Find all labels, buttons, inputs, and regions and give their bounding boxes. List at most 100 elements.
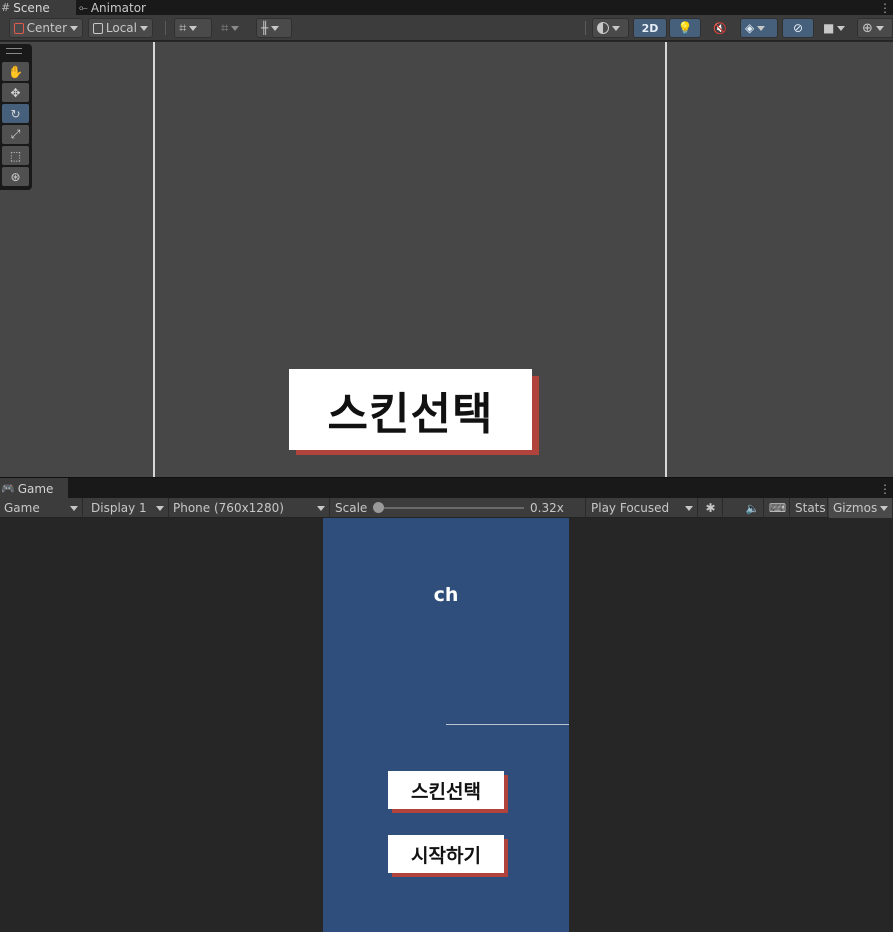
grid-snap-button[interactable]: ⌗ [174,18,212,38]
layers-icon: ◈ [745,21,755,35]
play-mode-select[interactable]: Play Focused [587,498,698,518]
chevron-down-icon [880,506,888,511]
tool-palette: ✋ ✥ ↻ ⤢ ⬚ ⊛ [0,44,32,190]
lighting-toggle-button[interactable]: 💡 [669,18,701,38]
view-select[interactable]: Game [0,498,83,518]
scene-more-menu-icon[interactable]: ⋮ [879,0,891,15]
keyboard-icon: ⌨ [768,501,787,515]
tab-animator[interactable]: ⟜ Animator [79,0,159,15]
palette-grip-icon[interactable] [6,48,22,54]
camera-dropdown[interactable]: ■ [818,18,854,38]
speaker-icon: 🔈 [745,501,760,515]
scene-skin-select-button[interactable]: 스킨선택 [289,369,532,450]
bug-icon: ✱ [705,501,716,515]
pivot-dropdown[interactable]: Center [9,18,83,38]
toolbar-divider [585,21,586,35]
space-dropdown[interactable]: Local [88,18,153,38]
chevron-down-icon [140,25,148,31]
shortcuts-button[interactable]: ⌨ [766,498,790,518]
grid-icon: # [1,1,11,14]
game-heading: ch [433,584,459,606]
gizmos-label: Gizmos [833,501,878,515]
mute-audio-button[interactable]: 🔈 [742,498,764,518]
space-label: Local [105,21,137,35]
animator-icon: ⟜ [79,0,88,14]
scale-label: Scale [335,501,368,515]
scale-value: 0.32x [530,501,564,515]
game-more-menu-icon[interactable]: ⋮ [879,478,891,499]
camera-bounds-right [665,42,667,477]
display-select-label: Display 1 [91,501,147,515]
tab-game[interactable]: 🎮 Game [0,478,68,499]
start-label: 시작하기 [411,844,481,867]
lightbulb-icon: 💡 [677,21,693,35]
game-viewport[interactable]: ch 스킨선택 시작하기 [0,518,893,932]
chevron-down-icon [757,25,766,31]
draw-mode-dropdown[interactable] [592,18,629,38]
gamepad-icon: 🎮 [1,482,15,495]
scene-tab-bar: # Scene ⟜ Animator ⋮ [0,0,893,15]
camera-icon: ■ [823,21,835,35]
scale-control: Scale 0.32x [331,498,586,518]
scale-icon: ⤢ [10,127,21,141]
hand-icon: ✋ [8,64,23,79]
increment-snap-button[interactable]: ⌗ [216,18,254,38]
chevron-down-icon [70,506,78,511]
ruler-icon: ╫ [261,21,269,35]
effects-dropdown[interactable]: ◈ [740,18,778,38]
skin-select-button[interactable]: 스킨선택 [388,771,504,809]
gizmos-toggle[interactable]: Gizmos [829,498,893,518]
chevron-down-icon [231,25,240,31]
cube-icon [93,22,103,34]
move-icon: ✥ [10,85,21,100]
transform-icon: ⊛ [10,169,21,184]
camera-bounds-left [153,42,155,477]
stats-button[interactable]: Stats [791,498,828,518]
frame-debugger-button[interactable]: ✱ [699,498,723,518]
move-tool[interactable]: ✥ [2,83,29,102]
display-select[interactable]: Display 1 [87,498,169,518]
play-mode-label: Play Focused [591,501,670,515]
gizmo-globe-icon: ⊕ [862,20,873,36]
game-toolbar: Game Display 1 Phone (760x1280) Scale 0.… [0,498,893,518]
eye-slash-icon: ⊘ [792,21,804,35]
divider-line [446,724,569,725]
toggle-2d-label: 2D [641,21,659,35]
stats-label: Stats [795,501,826,515]
toggle-2d-button[interactable]: 2D [633,18,667,38]
game-tab-bar: 🎮 Game ⋮ [0,477,893,499]
pivot-label: Center [26,21,67,35]
audio-muted-icon: 🔇 [713,21,727,35]
chevron-down-icon [317,506,325,511]
tab-animator-label: Animator [90,0,146,15]
audio-toggle-button[interactable]: 🔇 [704,18,736,38]
gizmos-dropdown[interactable]: ⊕ [857,18,893,38]
hand-tool[interactable]: ✋ [2,62,29,81]
scene-visibility-button[interactable]: ⊘ [782,18,814,38]
phone-screen: ch 스킨선택 시작하기 [323,518,569,932]
increment-snap-icon: ⌗ [221,20,229,36]
scene-skin-select-label: 스킨선택 [327,388,494,440]
rotate-tool[interactable]: ↻ [2,104,29,123]
rect-icon: ⬚ [9,148,22,163]
scene-toolbar: Center Local ⌗ ⌗ ╫ 2D 💡 🔇 ◈ ⊘ ■ ⊕ [0,15,893,41]
view-select-label: Game [4,501,40,515]
tab-scene[interactable]: # Scene [0,0,76,15]
scale-slider-track[interactable] [378,507,524,509]
scene-viewport[interactable]: ✋ ✥ ↻ ⤢ ⬚ ⊛ 스킨선택 [0,42,893,477]
resolution-select[interactable]: Phone (760x1280) [169,498,330,518]
start-button[interactable]: 시작하기 [388,835,504,873]
skin-select-label: 스킨선택 [411,780,481,803]
tab-scene-label: Scene [13,0,50,15]
rect-tool[interactable]: ⬚ [2,146,29,165]
chevron-down-icon [837,25,846,31]
resolution-select-label: Phone (760x1280) [173,501,284,515]
shading-mode-icon [597,22,609,34]
pivot-icon [14,22,24,34]
transform-tool[interactable]: ⊛ [2,167,29,186]
ruler-button[interactable]: ╫ [256,18,292,38]
chevron-down-icon [685,506,693,511]
scale-slider-handle[interactable] [373,502,384,513]
scale-tool[interactable]: ⤢ [2,125,29,144]
chevron-down-icon [612,25,620,31]
